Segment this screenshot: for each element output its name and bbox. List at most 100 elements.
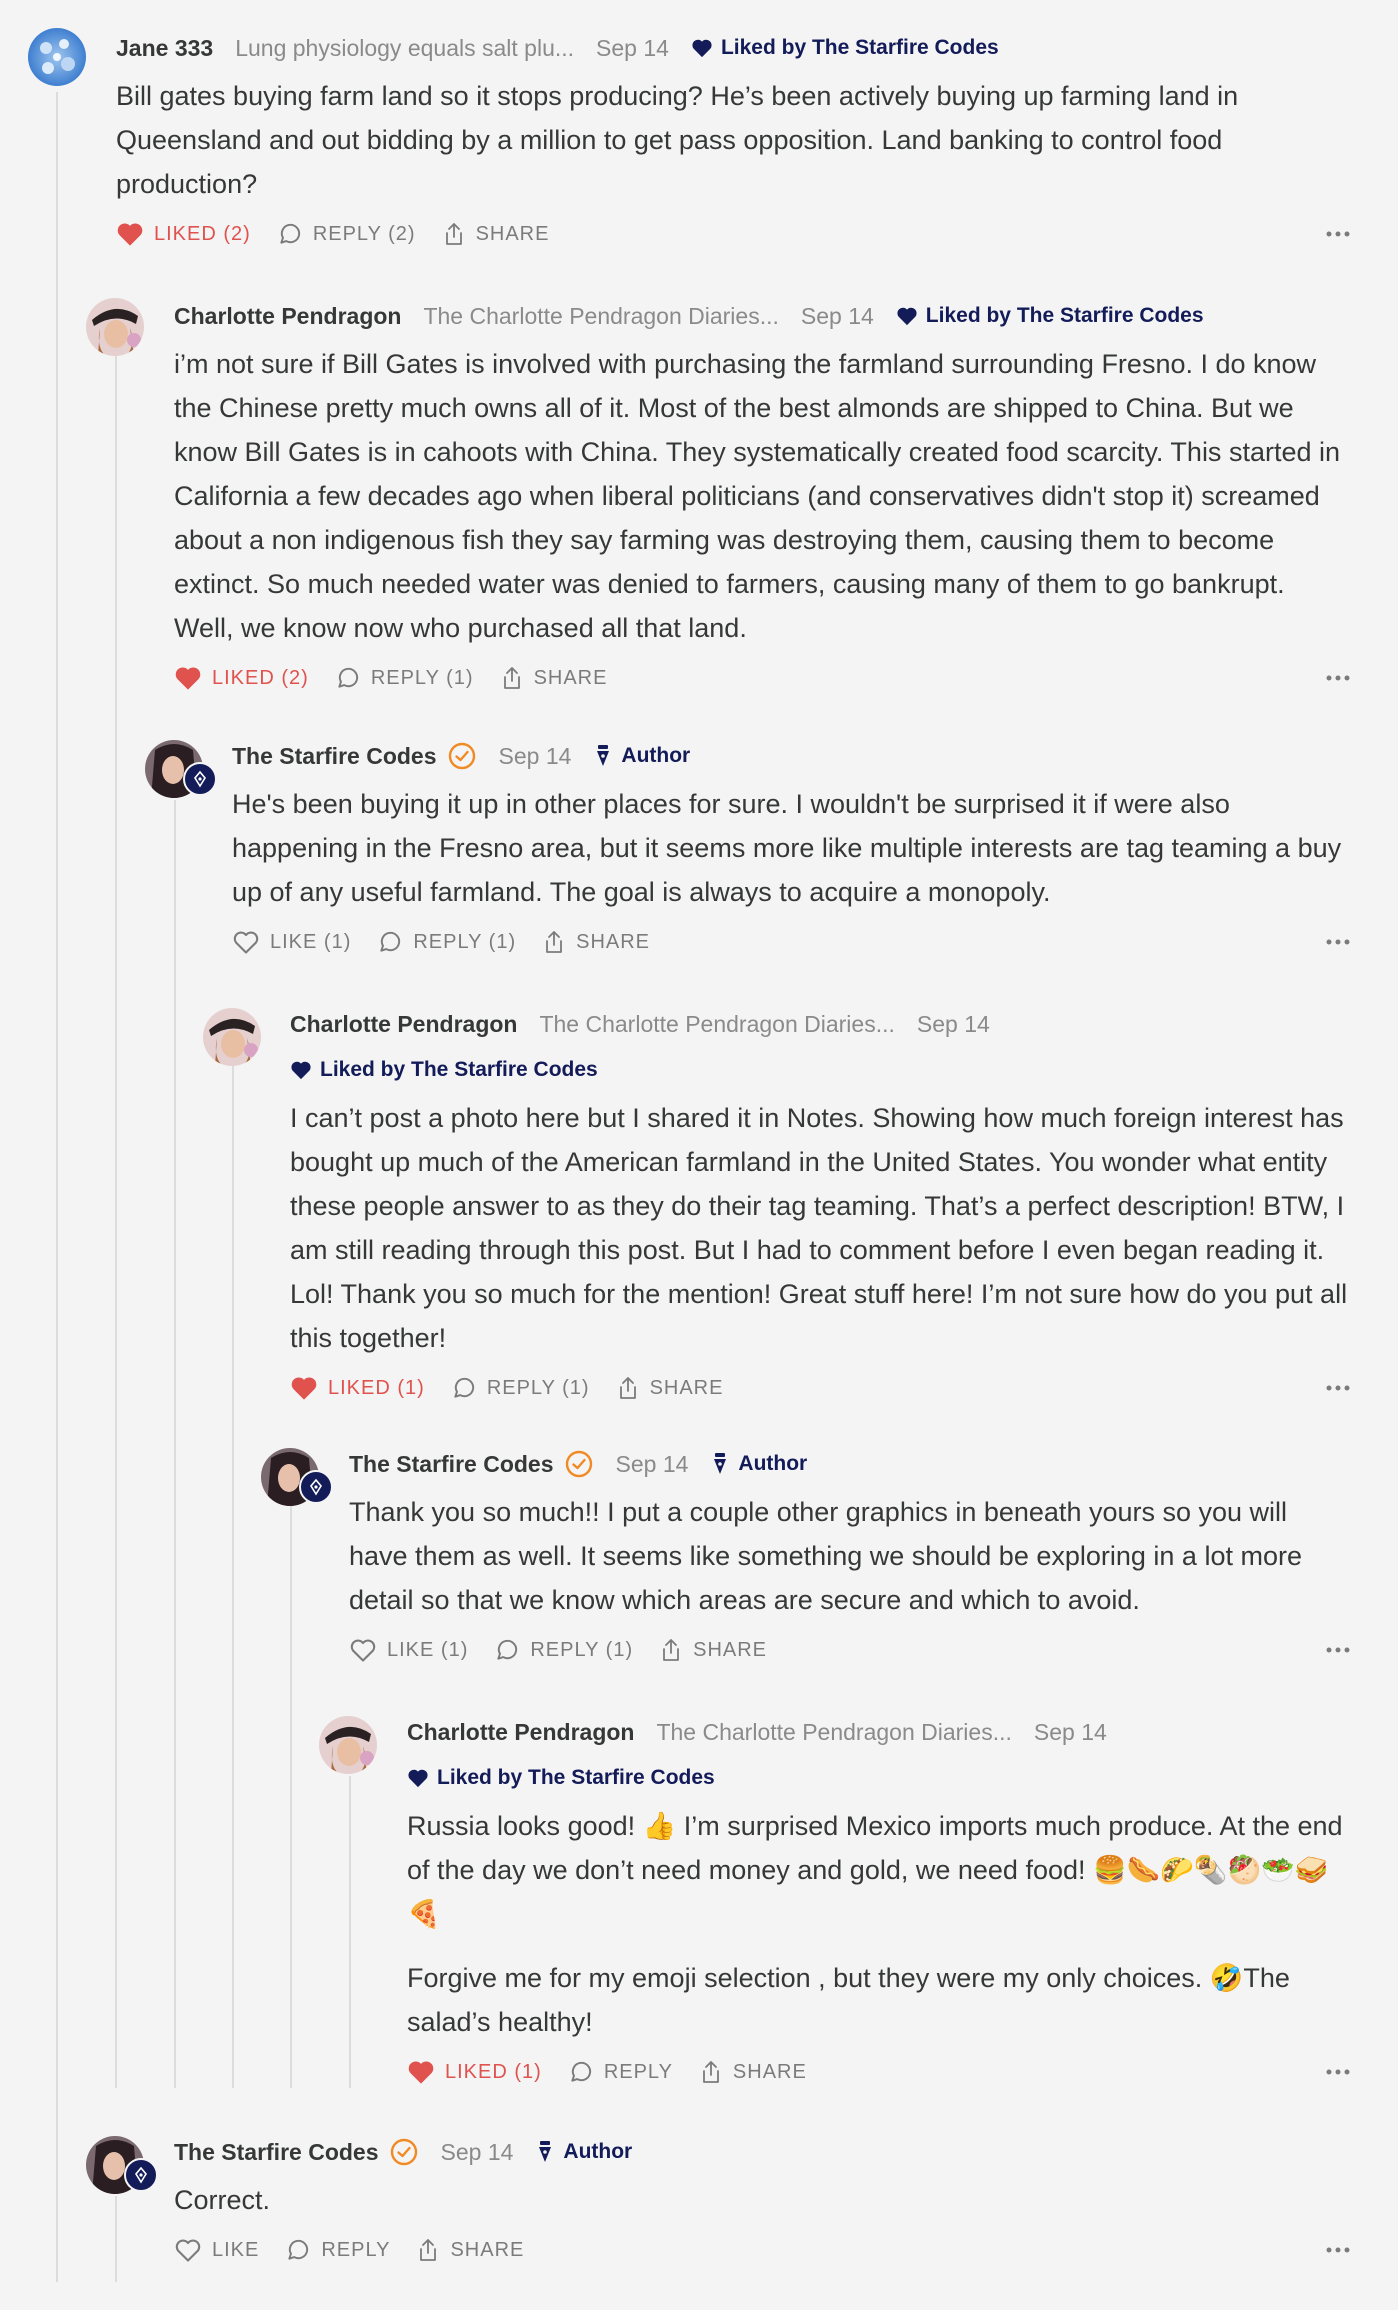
comment-date[interactable]: Sep 14 xyxy=(917,1011,990,1038)
like-button[interactable]: LIKED (2) xyxy=(116,221,251,247)
comment-date[interactable]: Sep 14 xyxy=(616,1451,689,1478)
thread-line xyxy=(174,800,176,2088)
author-name[interactable]: Jane 333 xyxy=(116,35,213,62)
comment-bubble-icon xyxy=(338,667,358,688)
share-label: SHARE xyxy=(450,2238,525,2261)
like-label: LIKE (1) xyxy=(270,930,352,953)
like-button[interactable]: LIKED (1) xyxy=(407,2059,542,2085)
share-button[interactable]: SHARE xyxy=(616,1375,724,1401)
comment-body: i’m not sure if Bill Gates is involved w… xyxy=(174,342,1350,650)
thread-line xyxy=(290,1506,292,2088)
comment-bubble-icon xyxy=(288,2239,309,2260)
share-icon xyxy=(503,667,520,689)
more-options-button[interactable] xyxy=(1326,216,1350,252)
comment-bubble-icon xyxy=(497,1639,518,1660)
avatar[interactable] xyxy=(203,1008,261,1066)
author-name[interactable]: The Starfire Codes xyxy=(174,2139,379,2166)
comment-bubble-icon xyxy=(380,931,401,952)
reply-label: REPLY (1) xyxy=(370,666,474,689)
reply-button[interactable]: REPLY (1) xyxy=(451,1375,590,1401)
like-button[interactable]: LIKE xyxy=(174,2237,259,2263)
like-label: LIKED (1) xyxy=(328,1376,425,1399)
like-button[interactable]: LIKED (1) xyxy=(290,1375,425,1401)
author-name[interactable]: Charlotte Pendragon xyxy=(174,303,401,330)
comment-date[interactable]: Sep 14 xyxy=(596,35,669,62)
comment-body: He's been buying it up in other places f… xyxy=(232,782,1350,914)
comment-header-second-line: Liked by The Starfire Codes xyxy=(407,1760,1350,1796)
share-button[interactable]: SHARE xyxy=(500,665,608,691)
share-icon xyxy=(420,2239,437,2261)
share-icon xyxy=(663,1639,680,1661)
comment-date[interactable]: Sep 14 xyxy=(1034,1719,1107,1746)
ellipsis-icon xyxy=(1326,231,1350,237)
comment-date[interactable]: Sep 14 xyxy=(441,2139,514,2166)
comment-header: The Starfire Codes Sep 14 Author xyxy=(174,2134,1350,2170)
ellipsis-icon xyxy=(1326,1647,1350,1653)
more-options-button[interactable] xyxy=(1326,660,1350,696)
publication-name[interactable]: The Charlotte Pendragon Diaries... xyxy=(423,303,778,330)
comment-date[interactable]: Sep 14 xyxy=(801,303,874,330)
comment-body: Russia looks good! 👍 I’m surprised Mexic… xyxy=(407,1804,1350,2044)
share-button[interactable]: SHARE xyxy=(442,221,550,247)
author-name[interactable]: Charlotte Pendragon xyxy=(290,1011,517,1038)
more-options-button[interactable] xyxy=(1326,2054,1350,2090)
heart-outline-icon xyxy=(350,1639,376,1662)
reply-button[interactable]: REPLY (2) xyxy=(277,221,416,247)
comment-header: Charlotte Pendragon The Charlotte Pendra… xyxy=(174,298,1350,334)
more-options-button[interactable] xyxy=(1326,2232,1350,2268)
share-button[interactable]: SHARE xyxy=(416,2237,524,2263)
author-tag: Author xyxy=(710,1452,807,1476)
comment-paragraph: Bill gates buying farm land so it stops … xyxy=(116,81,1239,199)
liked-by-author: Liked by The Starfire Codes xyxy=(407,1766,715,1790)
like-button[interactable]: LIKE (1) xyxy=(232,929,351,955)
share-label: SHARE xyxy=(693,1638,768,1661)
comment-date[interactable]: Sep 14 xyxy=(499,743,572,770)
comment-actions: LIKE (1) REPLY (1) SHARE xyxy=(232,924,1350,960)
verified-check-icon xyxy=(447,741,477,771)
comment-paragraph: I can’t post a photo here but I shared i… xyxy=(290,1103,1348,1353)
comment-header: Jane 333 Lung physiology equals salt plu… xyxy=(116,30,1350,66)
comment-body: Thank you so much!! I put a couple other… xyxy=(349,1490,1350,1622)
liked-by-label: Liked by The Starfire Codes xyxy=(925,304,1204,327)
comment: The Starfire Codes Sep 14 Author Thank y… xyxy=(349,1446,1350,1668)
author-name[interactable]: The Starfire Codes xyxy=(349,1451,554,1478)
reply-button[interactable]: REPLY xyxy=(285,2237,390,2263)
share-label: SHARE xyxy=(576,930,651,953)
publication-name[interactable]: The Charlotte Pendragon Diaries... xyxy=(656,1719,1011,1746)
author-name[interactable]: The Starfire Codes xyxy=(232,743,437,770)
heart-filled-icon xyxy=(117,223,143,246)
more-options-button[interactable] xyxy=(1326,924,1350,960)
author-name[interactable]: Charlotte Pendragon xyxy=(407,1719,634,1746)
comment-actions: LIKE (1) REPLY (1) SHARE xyxy=(349,1632,1350,1668)
like-button[interactable]: LIKE (1) xyxy=(349,1637,468,1663)
more-options-button[interactable] xyxy=(1326,1370,1350,1406)
reply-button[interactable]: REPLY (1) xyxy=(377,929,516,955)
author-tag-label: Author xyxy=(621,744,691,767)
share-button[interactable]: SHARE xyxy=(542,929,650,955)
heart-filled-icon xyxy=(175,667,201,690)
avatar[interactable] xyxy=(86,298,144,356)
share-button[interactable]: SHARE xyxy=(699,2059,807,2085)
comment: The Starfire Codes Sep 14 Author He's be… xyxy=(232,738,1350,960)
publication-name[interactable]: The Charlotte Pendragon Diaries... xyxy=(539,1011,894,1038)
like-label: LIKE xyxy=(212,2238,260,2261)
comment-header: The Starfire Codes Sep 14 Author xyxy=(349,1446,1350,1482)
reply-button[interactable]: REPLY (1) xyxy=(494,1637,633,1663)
reply-button[interactable]: REPLY xyxy=(568,2059,673,2085)
comment-body: I can’t post a photo here but I shared i… xyxy=(290,1096,1350,1360)
share-button[interactable]: SHARE xyxy=(659,1637,767,1663)
comment-header: Charlotte Pendragon The Charlotte Pendra… xyxy=(407,1714,1350,1750)
more-options-button[interactable] xyxy=(1326,1632,1350,1668)
comment-paragraph: i’m not sure if Bill Gates is involved w… xyxy=(174,349,1340,643)
reply-button[interactable]: REPLY (1) xyxy=(335,665,474,691)
comment-actions: LIKED (1) REPLY (1) SHARE xyxy=(290,1370,1350,1406)
publication-name[interactable]: Lung physiology equals salt plu... xyxy=(235,35,574,62)
avatar[interactable] xyxy=(28,28,86,86)
reply-label: REPLY xyxy=(603,2060,673,2083)
liked-by-label: Liked by The Starfire Codes xyxy=(720,36,999,59)
like-label: LIKED (2) xyxy=(212,666,309,689)
avatar[interactable] xyxy=(319,1716,377,1774)
share-icon xyxy=(445,223,462,245)
heart-icon xyxy=(897,307,917,326)
like-button[interactable]: LIKED (2) xyxy=(174,665,309,691)
